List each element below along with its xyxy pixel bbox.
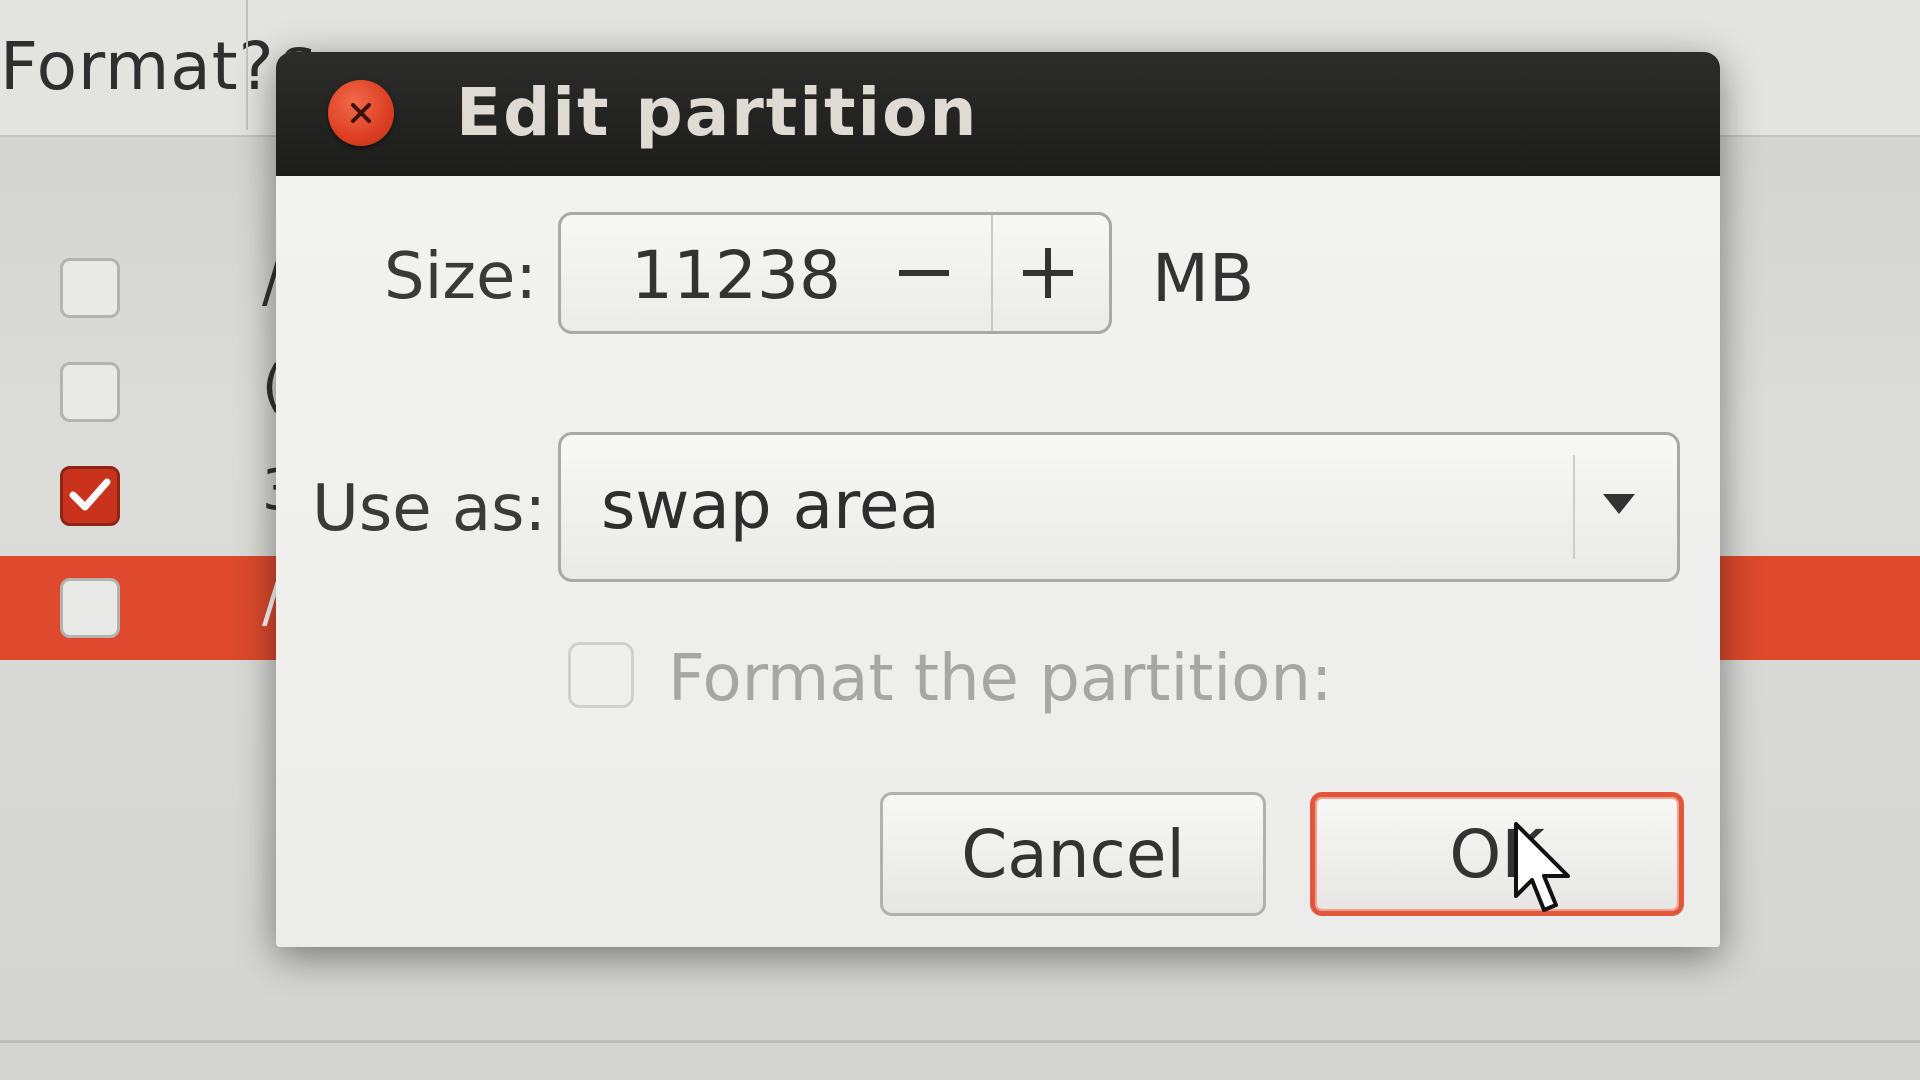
- close-icon: [351, 103, 371, 123]
- size-value[interactable]: 11238: [631, 237, 841, 314]
- divider: [0, 1040, 1920, 1043]
- use-as-label: Use as:: [312, 472, 547, 546]
- size-unit: MB: [1152, 240, 1255, 317]
- use-as-dropdown[interactable]: swap area: [558, 432, 1680, 582]
- cancel-button[interactable]: Cancel: [880, 792, 1266, 916]
- use-as-selected-value: swap area: [601, 467, 940, 544]
- format-checkbox[interactable]: [60, 362, 120, 422]
- screen: Format? S / ( 3 / Edit partition: [0, 0, 1920, 1080]
- plus-icon: [1023, 248, 1073, 298]
- dropdown-arrow-icon[interactable]: [1601, 491, 1637, 517]
- format-column-header[interactable]: Format?: [0, 28, 275, 105]
- format-checkbox-checked[interactable]: [60, 466, 120, 526]
- ok-button[interactable]: OK: [1310, 792, 1684, 916]
- column-separator: [246, 0, 248, 130]
- dialog-titlebar[interactable]: Edit partition: [276, 52, 1720, 176]
- size-label: Size:: [384, 240, 537, 314]
- edit-partition-dialog: Edit partition Size: 11238 MB Use as: sw…: [276, 52, 1720, 947]
- checkmark-icon: [69, 478, 111, 511]
- dropdown-separator: [1573, 455, 1575, 559]
- format-partition-label: Format the partition:: [668, 642, 1333, 716]
- size-spinbox[interactable]: 11238: [558, 212, 1112, 334]
- format-partition-checkbox[interactable]: [568, 642, 634, 708]
- close-button[interactable]: [328, 80, 394, 146]
- decrement-button[interactable]: [869, 215, 979, 331]
- format-checkbox[interactable]: [60, 578, 120, 638]
- dialog-title: Edit partition: [456, 74, 979, 151]
- mouse-pointer-icon: [1514, 822, 1570, 912]
- minus-icon: [899, 270, 949, 276]
- format-checkbox[interactable]: [60, 258, 120, 318]
- increment-button[interactable]: [991, 215, 1103, 331]
